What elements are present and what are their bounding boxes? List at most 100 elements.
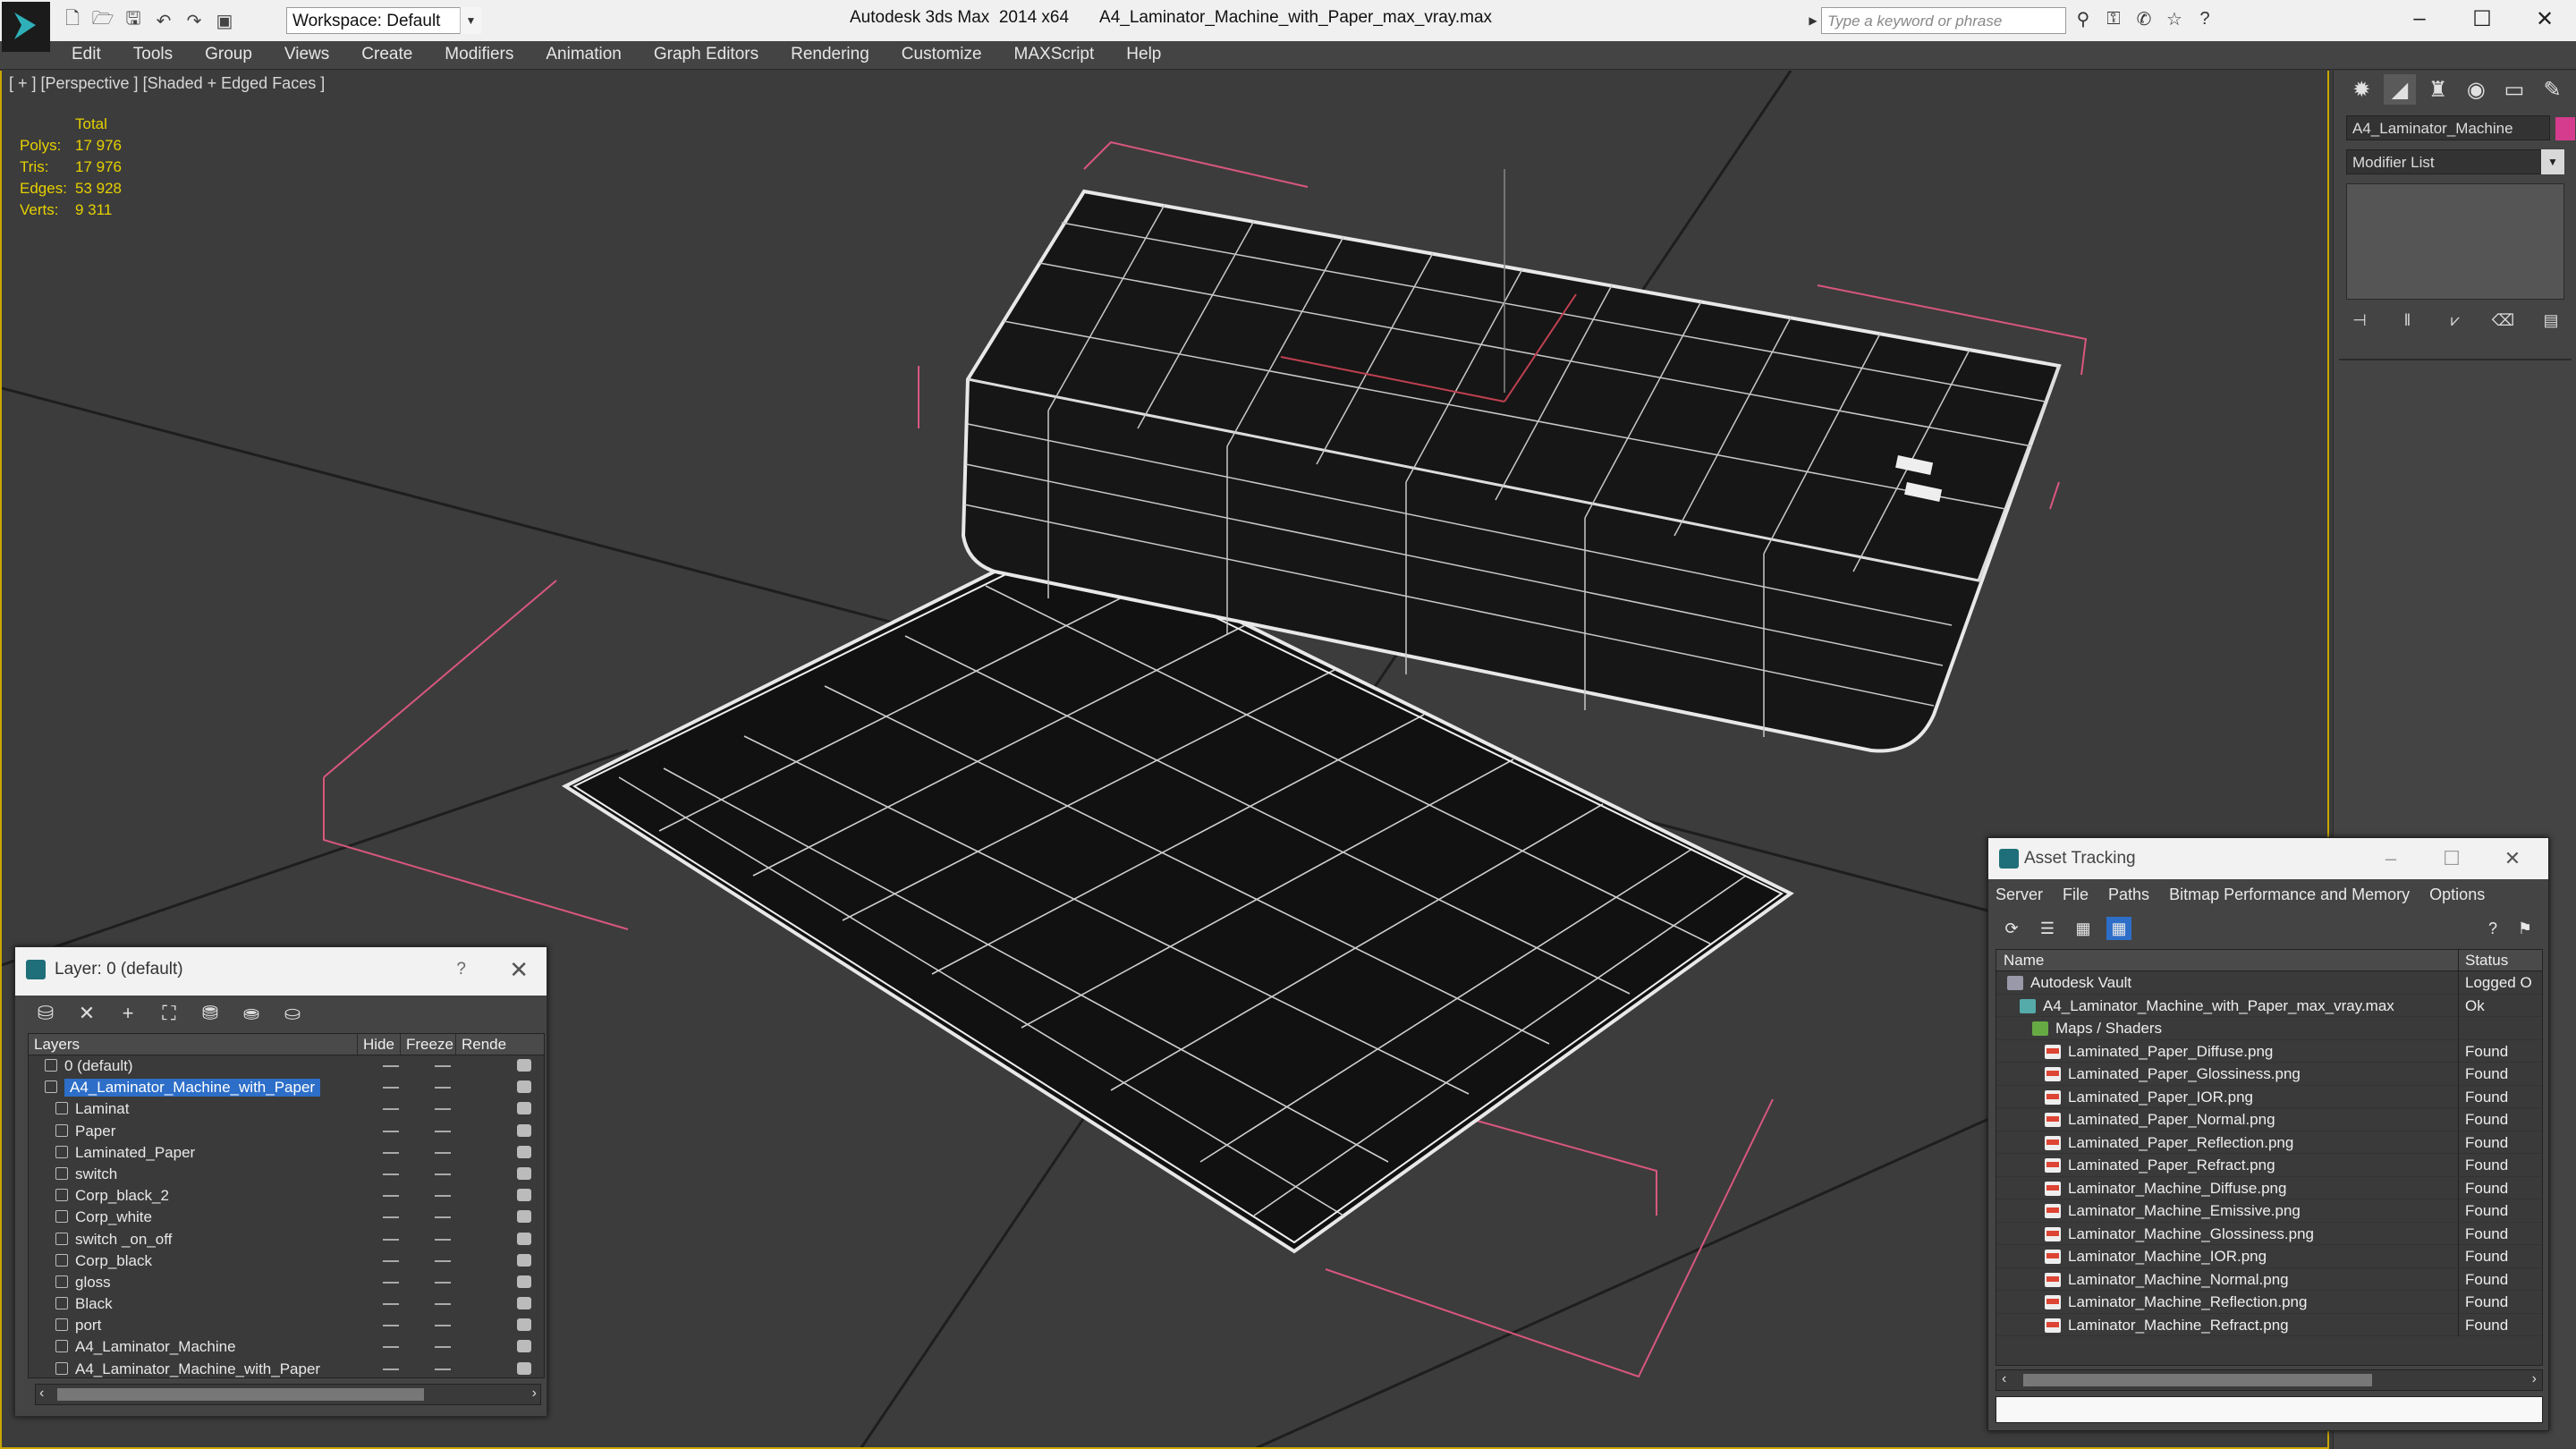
hierarchy-tab-icon[interactable]: ♜ — [2422, 74, 2454, 105]
help-icon[interactable]: ? — [2193, 7, 2216, 30]
layer-row[interactable]: port — [29, 1315, 544, 1336]
layer-row[interactable]: Laminated_Paper — [29, 1142, 544, 1164]
layer-horizontal-scrollbar[interactable]: ‹ › — [35, 1384, 541, 1405]
freeze-toggle-icon[interactable] — [435, 1368, 451, 1370]
asset-row[interactable]: Laminator_Machine_Refract.png Found — [1996, 1313, 2542, 1336]
render-toggle-icon[interactable] — [517, 1123, 531, 1137]
asset-menu-server[interactable]: Server — [1996, 886, 2043, 904]
layer-window-titlebar[interactable]: Layer: 0 (default) ? ✕ — [15, 947, 547, 996]
freeze-toggle-icon[interactable] — [435, 1325, 451, 1327]
layer-row[interactable]: A4_Laminator_Machine_with_Paper — [29, 1077, 544, 1098]
show-end-result-icon[interactable]: ‖ — [2394, 309, 2421, 332]
render-toggle-icon[interactable] — [517, 1166, 531, 1180]
layer-row[interactable]: Laminat — [29, 1098, 544, 1120]
hide-toggle-icon[interactable] — [383, 1216, 399, 1219]
layer-row[interactable]: Corp_black_2 — [29, 1185, 544, 1207]
scroll-right-icon[interactable]: › — [532, 1385, 537, 1402]
new-file-icon[interactable]: 🗋 — [61, 9, 84, 32]
render-toggle-icon[interactable] — [517, 1102, 531, 1115]
column-divider[interactable] — [2458, 950, 2459, 971]
asset-row[interactable]: Autodesk Vault Logged O — [1996, 971, 2542, 995]
display-tab-icon[interactable]: ▭ — [2498, 74, 2530, 105]
hide-toggle-icon[interactable] — [383, 1281, 399, 1284]
add-selection-icon[interactable]: + — [115, 1001, 140, 1026]
layer-row[interactable]: Corp_white — [29, 1207, 544, 1228]
maximize-icon[interactable]: ☐ — [2451, 0, 2513, 38]
object-color-swatch[interactable] — [2555, 117, 2575, 140]
modify-tab-icon[interactable]: ◢ — [2383, 74, 2416, 105]
utilities-tab-icon[interactable]: ✎ — [2537, 74, 2569, 105]
scroll-left-icon[interactable]: ‹ — [39, 1385, 44, 1402]
asset-row[interactable]: Laminator_Machine_Normal.png Found — [1996, 1267, 2542, 1291]
save-file-icon[interactable]: 🖫 — [122, 9, 145, 32]
col-name[interactable]: Name — [2004, 952, 2044, 970]
layer-row[interactable]: A4_Laminator_Machine — [29, 1336, 544, 1358]
menu-graph-editors[interactable]: Graph Editors — [654, 41, 758, 70]
asset-menu-bitmap-performance[interactable]: Bitmap Performance and Memory — [2169, 886, 2410, 904]
render-toggle-icon[interactable] — [517, 1210, 531, 1224]
list-view-icon[interactable]: ☰ — [2035, 917, 2060, 940]
table-view-icon[interactable]: ▦ — [2106, 917, 2131, 940]
asset-window-titlebar[interactable]: Asset Tracking – ☐ ✕ — [1988, 838, 2548, 879]
asset-menu-options[interactable]: Options — [2429, 886, 2485, 904]
render-toggle-icon[interactable] — [517, 1340, 531, 1353]
render-toggle-icon[interactable] — [517, 1059, 531, 1072]
asset-menu-paths[interactable]: Paths — [2108, 886, 2149, 904]
freeze-toggle-icon[interactable] — [435, 1173, 451, 1175]
binoculars-icon[interactable]: ⚲ — [2072, 7, 2095, 30]
open-file-icon[interactable]: 🗁 — [91, 9, 114, 32]
hide-freeze-icon[interactable]: ⛂ — [239, 1001, 264, 1026]
scroll-left-icon[interactable]: ‹ — [2002, 1371, 2006, 1387]
hide-toggle-icon[interactable] — [383, 1325, 399, 1327]
menu-group[interactable]: Group — [205, 41, 252, 70]
asset-menu-file[interactable]: File — [2063, 886, 2089, 904]
layer-row[interactable]: 0 (default) — [29, 1055, 544, 1077]
menu-edit[interactable]: Edit — [72, 41, 101, 70]
col-freeze[interactable]: Freeze — [401, 1034, 456, 1055]
render-toggle-icon[interactable] — [517, 1361, 531, 1375]
hide-toggle-icon[interactable] — [383, 1087, 399, 1089]
layer-row[interactable]: Paper — [29, 1121, 544, 1142]
layer-row[interactable]: gloss — [29, 1272, 544, 1293]
search-expand-icon[interactable]: ▶ — [1805, 7, 1821, 34]
context-help-icon[interactable]: ⚑ — [2512, 917, 2538, 940]
hide-toggle-icon[interactable] — [383, 1303, 399, 1306]
asset-path-field[interactable] — [1996, 1396, 2543, 1423]
menu-animation[interactable]: Animation — [546, 41, 622, 70]
freeze-toggle-icon[interactable] — [435, 1151, 451, 1154]
render-toggle-icon[interactable] — [517, 1080, 531, 1094]
app-logo-button[interactable] — [2, 2, 50, 52]
create-tab-icon[interactable]: ✹ — [2345, 74, 2377, 105]
configure-sets-icon[interactable]: ▤ — [2538, 309, 2564, 332]
freeze-toggle-icon[interactable] — [435, 1303, 451, 1306]
asset-row[interactable]: Laminated_Paper_IOR.png Found — [1996, 1085, 2542, 1108]
layer-row[interactable]: switch — [29, 1164, 544, 1185]
menu-modifiers[interactable]: Modifiers — [445, 41, 513, 70]
minimize-icon[interactable]: – — [2360, 838, 2421, 879]
menu-help[interactable]: Help — [1126, 41, 1161, 70]
col-status[interactable]: Status — [2465, 952, 2508, 970]
freeze-toggle-icon[interactable] — [435, 1108, 451, 1111]
hide-toggle-icon[interactable] — [383, 1173, 399, 1175]
favorites-star-icon[interactable]: ☆ — [2163, 7, 2186, 30]
layer-row[interactable]: switch _on_off — [29, 1229, 544, 1250]
hide-toggle-icon[interactable] — [383, 1368, 399, 1370]
freeze-toggle-icon[interactable] — [435, 1087, 451, 1089]
freeze-toggle-icon[interactable] — [435, 1130, 451, 1132]
hide-toggle-icon[interactable] — [383, 1195, 399, 1198]
search-input[interactable]: Type a keyword or phrase — [1821, 7, 2066, 34]
viewport-label[interactable]: [ + ] [Perspective ] [Shaded + Edged Fac… — [9, 74, 325, 93]
hide-toggle-icon[interactable] — [383, 1065, 399, 1067]
workspace-dropdown-arrow-icon[interactable]: ▼ — [460, 7, 481, 34]
asset-row[interactable]: Laminator_Machine_Glossiness.png Found — [1996, 1222, 2542, 1245]
layer-row[interactable]: A4_Laminator_Machine_with_Paper — [29, 1359, 544, 1377]
asset-row[interactable]: Laminator_Machine_Reflection.png Found — [1996, 1291, 2542, 1314]
freeze-toggle-icon[interactable] — [435, 1195, 451, 1198]
hide-toggle-icon[interactable] — [383, 1259, 399, 1262]
asset-row[interactable]: Laminated_Paper_Refract.png Found — [1996, 1154, 2542, 1177]
asset-row[interactable]: Laminated_Paper_Reflection.png Found — [1996, 1131, 2542, 1154]
asset-horizontal-scrollbar[interactable]: ‹ › — [1996, 1369, 2543, 1391]
close-icon[interactable]: ✕ — [2513, 0, 2576, 38]
render-toggle-icon[interactable] — [517, 1232, 531, 1245]
freeze-toggle-icon[interactable] — [435, 1216, 451, 1219]
